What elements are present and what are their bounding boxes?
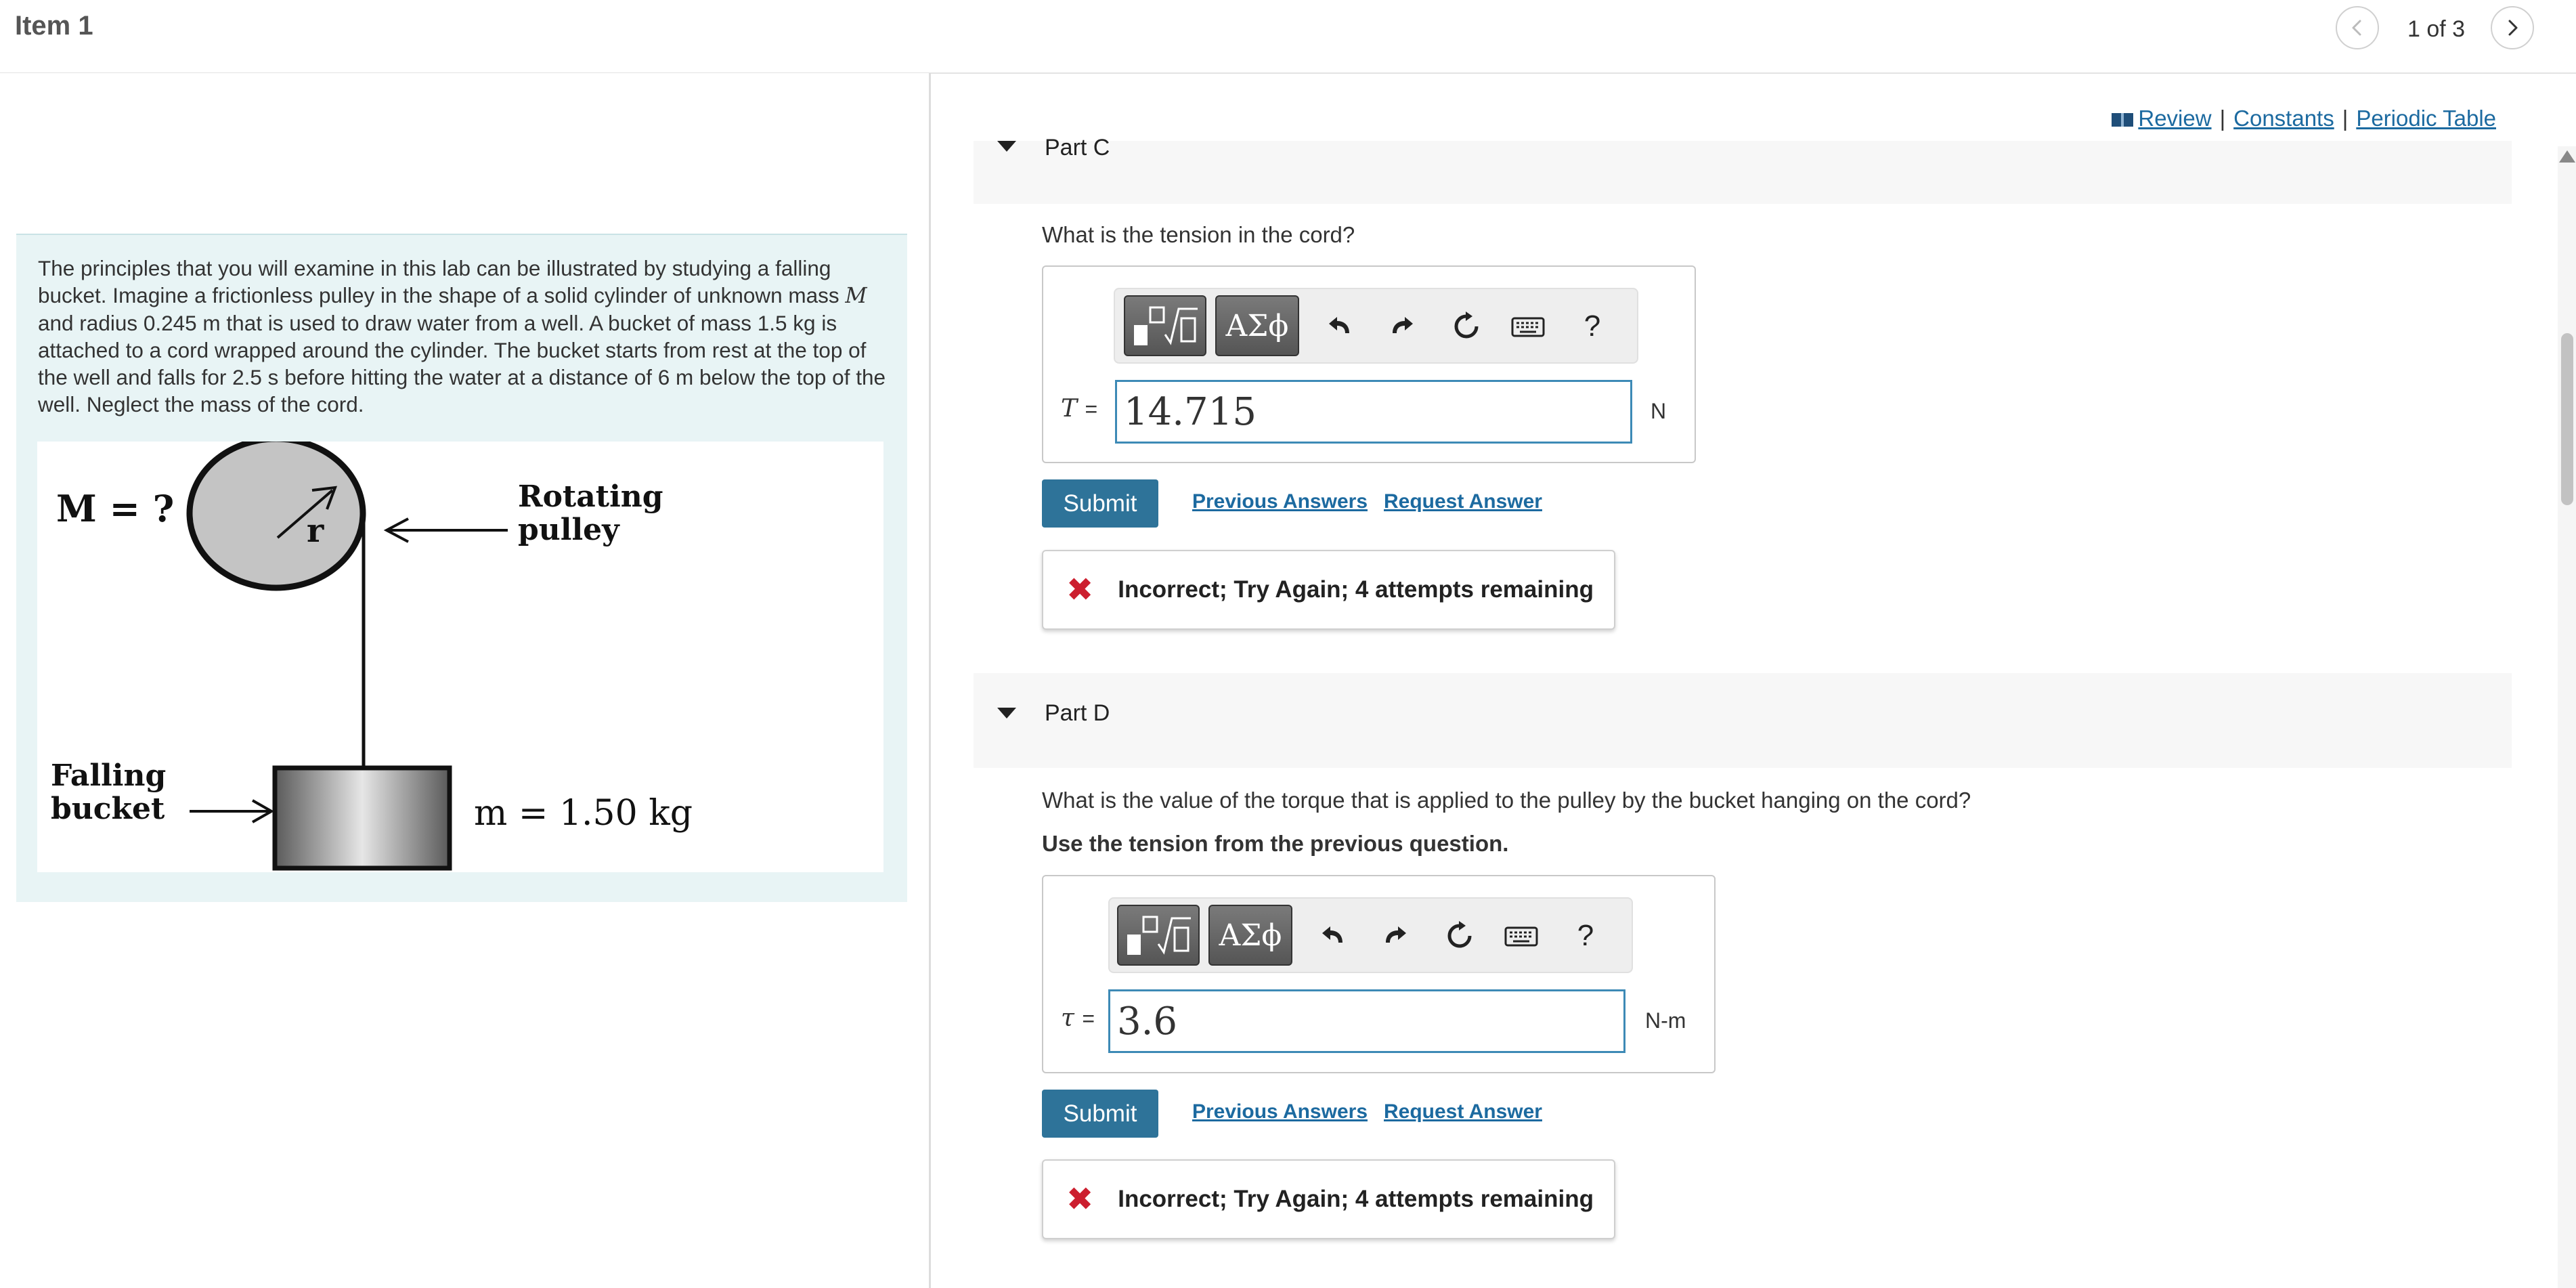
x-icon: ✖	[1066, 572, 1094, 608]
caret-down-icon[interactable]	[997, 141, 1016, 152]
item-counter: 1 of 3	[2407, 16, 2466, 42]
mass-label: M = ?	[56, 487, 174, 530]
keyboard-button[interactable]	[1509, 307, 1547, 345]
keyboard-icon	[1511, 317, 1545, 337]
part-c-variable-label: T =	[1061, 395, 1097, 423]
chevron-left-icon	[2352, 20, 2361, 36]
next-item-button[interactable]	[2491, 6, 2534, 49]
part-d-instruction: Use the tension from the previous questi…	[1042, 831, 1509, 856]
pulley-figure: M = ? r Rotating pulley Falling bucket m…	[37, 435, 883, 872]
item-title: Item 1	[15, 11, 93, 41]
part-c-feedback: ✖ Incorrect; Try Again; 4 attempts remai…	[1042, 550, 1615, 630]
help-button[interactable]: ?	[1573, 307, 1611, 345]
greek-symbols-button[interactable]: ΑΣϕ	[1215, 295, 1299, 356]
part-c-unit: N	[1651, 399, 1667, 423]
help-button[interactable]: ?	[1567, 917, 1604, 955]
part-c-question: What is the tension in the cord?	[1042, 222, 1355, 247]
bucket	[272, 765, 452, 871]
resource-links: Review | Constants | Periodic Table	[2111, 106, 2496, 131]
part-c-submit-button[interactable]: Submit	[1042, 479, 1158, 528]
part-c-header[interactable]	[974, 141, 2512, 204]
falling-bucket-label-1: Falling	[51, 758, 166, 793]
equals-sign: =	[1085, 397, 1098, 421]
keyboard-icon	[1504, 926, 1538, 947]
undo-button[interactable]	[1313, 917, 1351, 955]
redo-icon	[1386, 926, 1406, 943]
part-d-variable: τ	[1061, 1004, 1074, 1032]
equals-sign: =	[1082, 1006, 1095, 1031]
part-d-feedback: ✖ Incorrect; Try Again; 4 attempts remai…	[1042, 1159, 1615, 1239]
chevron-right-icon	[2508, 20, 2518, 36]
caret-down-icon[interactable]	[997, 708, 1016, 718]
part-c-title: Part C	[1045, 135, 1110, 160]
rotating-pulley-label-1: Rotating	[518, 479, 663, 514]
greek-symbols-button[interactable]: ΑΣϕ	[1208, 905, 1292, 966]
part-d-submit-button[interactable]: Submit	[1042, 1090, 1158, 1138]
mass-symbol: M	[845, 284, 867, 308]
part-d-request-answer-link[interactable]: Request Answer	[1384, 1100, 1542, 1123]
falling-bucket-label-2: bucket	[51, 792, 165, 826]
part-d-header[interactable]	[974, 673, 2512, 768]
part-c-request-answer-link[interactable]: Request Answer	[1384, 490, 1542, 513]
redo-button[interactable]	[1378, 917, 1416, 955]
book-icon	[2112, 113, 2134, 127]
pulley-diagram: M = ? r Rotating pulley Falling bucket m…	[51, 435, 693, 871]
template-tool-button[interactable]	[1117, 905, 1200, 966]
scrollbar-thumb[interactable]	[2561, 333, 2573, 505]
x-icon: ✖	[1066, 1182, 1094, 1218]
periodic-table-link[interactable]: Periodic Table	[2356, 106, 2496, 131]
reset-icon	[1447, 921, 1472, 948]
part-d-feedback-text: Incorrect; Try Again; 4 attempts remaini…	[1118, 1186, 1594, 1212]
keyboard-button[interactable]	[1502, 917, 1540, 955]
part-c-previous-answers-link[interactable]: Previous Answers	[1192, 490, 1368, 513]
redo-icon	[1393, 317, 1413, 333]
part-d-answer-input[interactable]: 3.6	[1108, 989, 1625, 1053]
fraction-root-icon	[1127, 916, 1191, 955]
link-separator: |	[2219, 106, 2226, 131]
reset-icon	[1454, 312, 1479, 339]
redo-button[interactable]	[1384, 307, 1422, 345]
part-c-answer-input[interactable]: 14.715	[1115, 380, 1632, 444]
header-bar	[0, 0, 2576, 74]
template-tool-button[interactable]	[1124, 295, 1206, 356]
undo-button[interactable]	[1319, 307, 1357, 345]
reset-button[interactable]	[1447, 307, 1485, 345]
rotating-pulley-label-2: pulley	[518, 513, 620, 547]
review-link[interactable]: Review	[2138, 106, 2211, 131]
problem-text: The principles that you will examine in …	[38, 255, 898, 418]
bucket-mass-label: m = 1.50 kg	[474, 793, 693, 834]
scroll-up-arrow-icon[interactable]	[2559, 150, 2575, 163]
part-d-title: Part D	[1045, 700, 1110, 726]
part-d-unit: N-m	[1645, 1008, 1686, 1033]
part-c-feedback-text: Incorrect; Try Again; 4 attempts remaini…	[1118, 576, 1594, 603]
undo-icon	[1322, 926, 1342, 943]
radius-label: r	[307, 512, 324, 550]
problem-text-start: The principles that you will examine in …	[38, 256, 846, 307]
part-d-variable-label: τ =	[1061, 1004, 1095, 1032]
undo-icon	[1329, 317, 1349, 333]
previous-item-button[interactable]	[2336, 6, 2379, 49]
part-c-variable: T	[1061, 395, 1078, 423]
fraction-root-icon	[1134, 306, 1198, 345]
link-separator: |	[2342, 106, 2349, 131]
reset-button[interactable]	[1441, 917, 1479, 955]
part-d-previous-answers-link[interactable]: Previous Answers	[1192, 1100, 1368, 1123]
pulley-cylinder	[186, 435, 366, 591]
constants-link[interactable]: Constants	[2233, 106, 2334, 131]
part-d-question: What is the value of the torque that is …	[1042, 788, 1971, 813]
problem-text-end: and radius 0.245 m that is used to draw …	[38, 311, 886, 416]
scrollbar-track[interactable]	[2558, 146, 2576, 1288]
